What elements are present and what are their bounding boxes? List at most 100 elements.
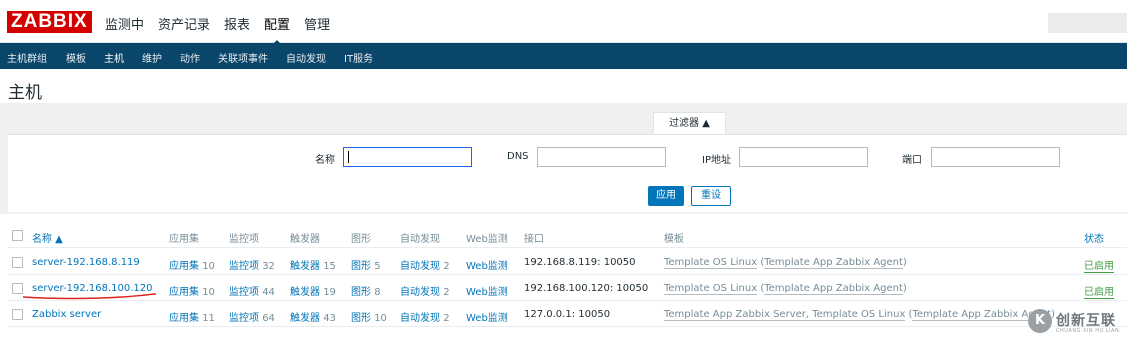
subnav-correlation[interactable]: 关联项事件 xyxy=(218,50,268,65)
web-link[interactable]: Web监测 xyxy=(466,309,508,324)
table-header-row: 名称 ▲ 应用集 监控项 触发器 图形 自动发现 Web监测 接口 模板 状态 xyxy=(8,224,1127,248)
interface-value: 192.168.8.119: 10050 xyxy=(524,257,636,268)
filter-ip-label: IP地址 xyxy=(702,155,731,166)
col-items-header: 监控项 xyxy=(229,234,259,245)
discovery-link[interactable]: 自动发现 xyxy=(400,261,440,272)
discovery-cell: 自动发现 2 xyxy=(400,283,450,298)
col-graphs-header: 图形 xyxy=(351,234,371,245)
col-discovery-header: 自动发现 xyxy=(400,234,440,245)
items-count: 44 xyxy=(262,287,275,298)
applications-cell: 应用集 11 xyxy=(169,309,215,324)
applications-link[interactable]: 应用集 xyxy=(169,313,199,324)
triggers-cell: 触发器 43 xyxy=(290,309,336,324)
filter-dns-input[interactable] xyxy=(537,147,666,167)
watermark-text: 创新互联 xyxy=(1056,313,1116,329)
col-status-header[interactable]: 状态 xyxy=(1084,230,1104,245)
col-templates-header: 模板 xyxy=(664,234,684,245)
watermark-subtext: CHUANG XIN HU LIAN xyxy=(1056,328,1120,334)
filter-ip-input[interactable] xyxy=(739,147,868,167)
row-checkbox[interactable] xyxy=(12,309,23,320)
items-count: 32 xyxy=(262,261,275,272)
applications-cell: 应用集 10 xyxy=(169,283,215,298)
parent-template-link[interactable]: Template App Zabbix Agent xyxy=(764,257,903,269)
parent-template-link[interactable]: Template App Zabbix Agent xyxy=(764,283,903,295)
menu-configuration[interactable]: 配置 xyxy=(264,14,290,46)
items-link[interactable]: 监控项 xyxy=(229,287,259,298)
applications-cell: 应用集 10 xyxy=(169,257,215,272)
filter-apply-button[interactable]: 应用 xyxy=(648,186,684,206)
discovery-cell: 自动发现 2 xyxy=(400,257,450,272)
interface-value: 127.0.0.1: 10050 xyxy=(524,309,611,320)
graphs-count: 10 xyxy=(374,313,387,324)
row-checkbox[interactable] xyxy=(12,257,23,268)
subnav-actions[interactable]: 动作 xyxy=(180,50,200,65)
items-link[interactable]: 监控项 xyxy=(229,261,259,272)
subnav-discovery[interactable]: 自动发现 xyxy=(286,50,326,65)
template-link[interactable]: Template OS Linux xyxy=(664,257,758,269)
triggers-link[interactable]: 触发器 xyxy=(290,287,320,298)
interface-value: 192.168.100.120: 10050 xyxy=(524,283,649,294)
col-applications-header: 应用集 xyxy=(169,234,199,245)
filter-port-input[interactable] xyxy=(931,147,1060,167)
items-count: 64 xyxy=(262,313,275,324)
graphs-link[interactable]: 图形 xyxy=(351,287,371,298)
triggers-cell: 触发器 15 xyxy=(290,257,336,272)
select-all-checkbox[interactable] xyxy=(12,230,23,241)
discovery-count: 2 xyxy=(443,261,450,272)
templates-cell: Template OS Linux (Template App Zabbix A… xyxy=(664,257,907,269)
triggers-link[interactable]: 触发器 xyxy=(290,313,320,324)
watermark-k-icon: K xyxy=(1028,309,1052,333)
items-cell: 监控项 32 xyxy=(229,257,275,272)
template-link[interactable]: Template App Zabbix Server, Template OS … xyxy=(664,309,906,321)
menu-administration[interactable]: 管理 xyxy=(304,14,330,33)
subnav-maintenance[interactable]: 维护 xyxy=(142,50,162,65)
filter-port-label: 端口 xyxy=(902,155,922,166)
triggers-link[interactable]: 触发器 xyxy=(290,261,320,272)
filter-name-input[interactable] xyxy=(343,147,472,167)
table-row: Zabbix server 应用集 11 监控项 64 触发器 43 图形 10… xyxy=(8,303,1127,327)
col-interface-header: 接口 xyxy=(524,234,544,245)
host-name-link[interactable]: server-192.168.8.119 xyxy=(32,257,140,268)
graphs-link[interactable]: 图形 xyxy=(351,261,371,272)
graphs-link[interactable]: 图形 xyxy=(351,313,371,324)
triggers-cell: 触发器 19 xyxy=(290,283,336,298)
filter-toggle-tab[interactable]: 过滤器 ▲ xyxy=(653,112,726,134)
col-triggers-header: 触发器 xyxy=(290,234,320,245)
discovery-link[interactable]: 自动发现 xyxy=(400,313,440,324)
subnav-hosts[interactable]: 主机 xyxy=(104,50,124,71)
discovery-link[interactable]: 自动发现 xyxy=(400,287,440,298)
graphs-cell: 图形 5 xyxy=(351,257,381,272)
table-row: server-192.168.8.119 应用集 10 监控项 32 触发器 1… xyxy=(8,251,1127,275)
status-enabled[interactable]: 已启用 xyxy=(1084,283,1114,299)
subnav-host-groups[interactable]: 主机群组 xyxy=(7,50,47,65)
col-name-header[interactable]: 名称 ▲ xyxy=(32,230,63,245)
status-enabled[interactable]: 已启用 xyxy=(1084,257,1114,273)
filter-dns-label: DNS xyxy=(507,151,529,162)
applications-count: 10 xyxy=(202,287,215,298)
zabbix-logo[interactable]: ZABBIX xyxy=(7,11,92,33)
web-link[interactable]: Web监测 xyxy=(466,283,508,298)
applications-link[interactable]: 应用集 xyxy=(169,287,199,298)
global-search-input[interactable] xyxy=(1048,13,1127,33)
watermark-logo: K 创新互联 CHUANG XIN HU LIAN xyxy=(1028,307,1127,337)
triggers-count: 15 xyxy=(323,261,336,272)
graphs-count: 8 xyxy=(374,287,381,298)
subnav-templates[interactable]: 模板 xyxy=(66,50,86,65)
triggers-count: 43 xyxy=(323,313,336,324)
menu-reports[interactable]: 报表 xyxy=(224,14,250,33)
subnav-it-services[interactable]: IT服务 xyxy=(344,50,373,65)
template-link[interactable]: Template OS Linux xyxy=(664,283,758,295)
applications-link[interactable]: 应用集 xyxy=(169,261,199,272)
sub-navigation: 主机群组 模板 主机 维护 动作 关联项事件 自动发现 IT服务 xyxy=(0,43,1127,71)
web-link[interactable]: Web监测 xyxy=(466,257,508,272)
red-annotation-underline xyxy=(22,293,157,300)
triggers-count: 19 xyxy=(323,287,336,298)
filter-reset-button[interactable]: 重设 xyxy=(691,186,731,206)
host-name-link[interactable]: Zabbix server xyxy=(32,309,101,320)
items-cell: 监控项 64 xyxy=(229,309,275,324)
items-link[interactable]: 监控项 xyxy=(229,313,259,324)
discovery-count: 2 xyxy=(443,313,450,324)
graphs-cell: 图形 10 xyxy=(351,309,387,324)
menu-monitoring[interactable]: 监测中 xyxy=(105,14,144,33)
menu-inventory[interactable]: 资产记录 xyxy=(158,14,210,33)
